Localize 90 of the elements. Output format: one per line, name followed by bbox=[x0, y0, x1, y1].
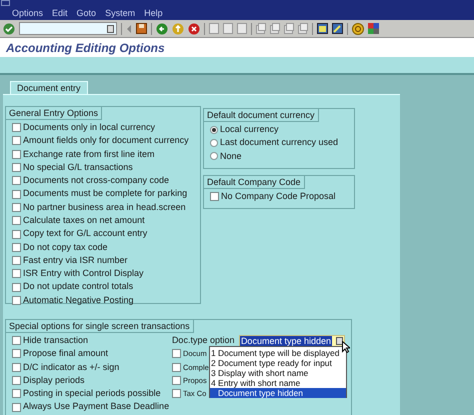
checkbox[interactable] bbox=[12, 163, 21, 172]
up-arrow-icon[interactable] bbox=[172, 22, 184, 34]
save-icon[interactable] bbox=[136, 23, 147, 34]
checkbox-label: Copy text for G/L account entry bbox=[23, 227, 148, 240]
triangle-icon[interactable] bbox=[126, 24, 132, 34]
checkbox-label: Display periods bbox=[23, 374, 85, 387]
checkbox[interactable] bbox=[12, 296, 21, 305]
checkbox[interactable] bbox=[12, 362, 21, 372]
radio-button[interactable] bbox=[210, 138, 218, 147]
radio-label: Last document currency used bbox=[220, 136, 338, 150]
group-title: General Entry Options bbox=[6, 107, 102, 120]
pages-icon[interactable] bbox=[270, 23, 280, 34]
layout-icon[interactable] bbox=[368, 23, 379, 34]
checkbox-label: Posting in special periods possible bbox=[23, 387, 161, 400]
group-title: Special options for single screen transactions bbox=[6, 320, 194, 333]
checkbox-label: Do not copy tax code bbox=[23, 240, 108, 254]
radio-button[interactable] bbox=[210, 152, 218, 160]
enter-icon[interactable] bbox=[3, 22, 15, 34]
checkbox-label: Propose final amount bbox=[23, 347, 108, 360]
list-icon[interactable] bbox=[107, 24, 114, 32]
checkbox[interactable] bbox=[172, 376, 181, 386]
page-icon[interactable] bbox=[237, 23, 247, 34]
window-icon[interactable] bbox=[317, 23, 328, 34]
checkbox[interactable] bbox=[12, 269, 21, 278]
checkbox-label: No partner business area in head.screen bbox=[23, 200, 186, 214]
window-icon bbox=[1, 0, 10, 6]
dropdown-field[interactable]: Document type hidden bbox=[238, 334, 345, 347]
shortcut-icon[interactable] bbox=[332, 23, 343, 34]
dropdown-button[interactable] bbox=[336, 336, 343, 345]
checkbox-label: Always Use Payment Base Deadline bbox=[23, 400, 170, 414]
field-label: Doc.type option bbox=[172, 334, 235, 347]
checkbox-label: ISR Entry with Control Display bbox=[23, 267, 144, 280]
dropdown-option[interactable]: Document type hidden bbox=[210, 388, 346, 398]
checkbox[interactable] bbox=[12, 376, 21, 386]
checkbox[interactable] bbox=[12, 242, 21, 252]
checkbox[interactable] bbox=[172, 349, 181, 358]
back-icon[interactable] bbox=[156, 22, 168, 34]
pages-icon[interactable] bbox=[298, 23, 308, 34]
checkbox[interactable] bbox=[12, 256, 21, 266]
checkbox-label: Automatic Negative Posting bbox=[23, 294, 134, 307]
checkbox[interactable] bbox=[172, 389, 181, 398]
checkbox-label: Documents only in local currency bbox=[23, 120, 156, 134]
dropdown-option[interactable]: 1 Document type will be displayed bbox=[210, 348, 346, 358]
checkbox[interactable] bbox=[12, 176, 21, 186]
checkbox[interactable] bbox=[12, 336, 21, 346]
dropdown-option[interactable]: 2 Document type ready for input bbox=[210, 358, 346, 368]
menu-item[interactable]: System bbox=[105, 7, 136, 19]
page-icon[interactable] bbox=[209, 23, 219, 34]
page-icon[interactable] bbox=[223, 23, 233, 34]
menu-item[interactable]: Edit bbox=[52, 7, 68, 19]
checkbox[interactable] bbox=[210, 192, 219, 202]
tab[interactable]: Document entry bbox=[10, 81, 88, 94]
checkbox[interactable] bbox=[12, 230, 21, 239]
checkbox-label: Exchange rate from first line item bbox=[23, 148, 155, 161]
checkbox[interactable] bbox=[12, 349, 21, 358]
checkbox-label: D/C indicator as +/- sign bbox=[23, 360, 120, 374]
pages-icon[interactable] bbox=[284, 23, 294, 34]
checkbox[interactable] bbox=[12, 136, 21, 146]
dropdown-option[interactable]: 3 Display with short name bbox=[210, 368, 346, 378]
checkbox-label: Documents not cross-company code bbox=[23, 174, 170, 188]
checkbox-label: No Company Code Proposal bbox=[221, 190, 336, 203]
checkbox-label: No special G/L transactions bbox=[23, 160, 133, 174]
checkbox[interactable] bbox=[172, 362, 181, 372]
group-title: Default Company Code bbox=[204, 176, 305, 189]
radio-label: Local currency bbox=[220, 122, 279, 136]
checkbox-label: Amount fields only for document currency bbox=[23, 134, 189, 148]
dropdown-option[interactable]: 4 Entry with short name bbox=[210, 378, 346, 388]
checkbox-label: Fast entry via ISR number bbox=[23, 254, 128, 267]
cancel-icon[interactable] bbox=[188, 22, 200, 34]
checkbox-label: Hide transaction bbox=[23, 334, 88, 347]
checkbox[interactable] bbox=[12, 202, 21, 212]
checkbox-label: Documents must be complete for parking bbox=[23, 187, 188, 200]
checkbox[interactable] bbox=[12, 389, 21, 398]
checkbox[interactable] bbox=[12, 282, 21, 292]
checkbox-label: Calculate taxes on net amount bbox=[23, 214, 145, 227]
menu-item[interactable]: Options bbox=[12, 7, 44, 19]
menu-item[interactable]: Help bbox=[144, 7, 163, 19]
checkbox-label: Do not update control totals bbox=[23, 280, 134, 294]
checkbox[interactable] bbox=[12, 216, 21, 226]
group-title: Default document currency bbox=[204, 109, 319, 122]
command-field[interactable] bbox=[19, 22, 117, 35]
checkbox[interactable] bbox=[12, 150, 21, 159]
checkbox[interactable] bbox=[12, 190, 21, 199]
pages-icon[interactable] bbox=[256, 23, 266, 34]
checkbox[interactable] bbox=[12, 402, 21, 412]
radio-label: None bbox=[220, 150, 242, 162]
radio-button[interactable] bbox=[210, 126, 218, 134]
menu-item[interactable]: Goto bbox=[76, 7, 96, 19]
window-title: Accounting Editing Options bbox=[6, 40, 165, 56]
checkbox[interactable] bbox=[12, 123, 21, 132]
